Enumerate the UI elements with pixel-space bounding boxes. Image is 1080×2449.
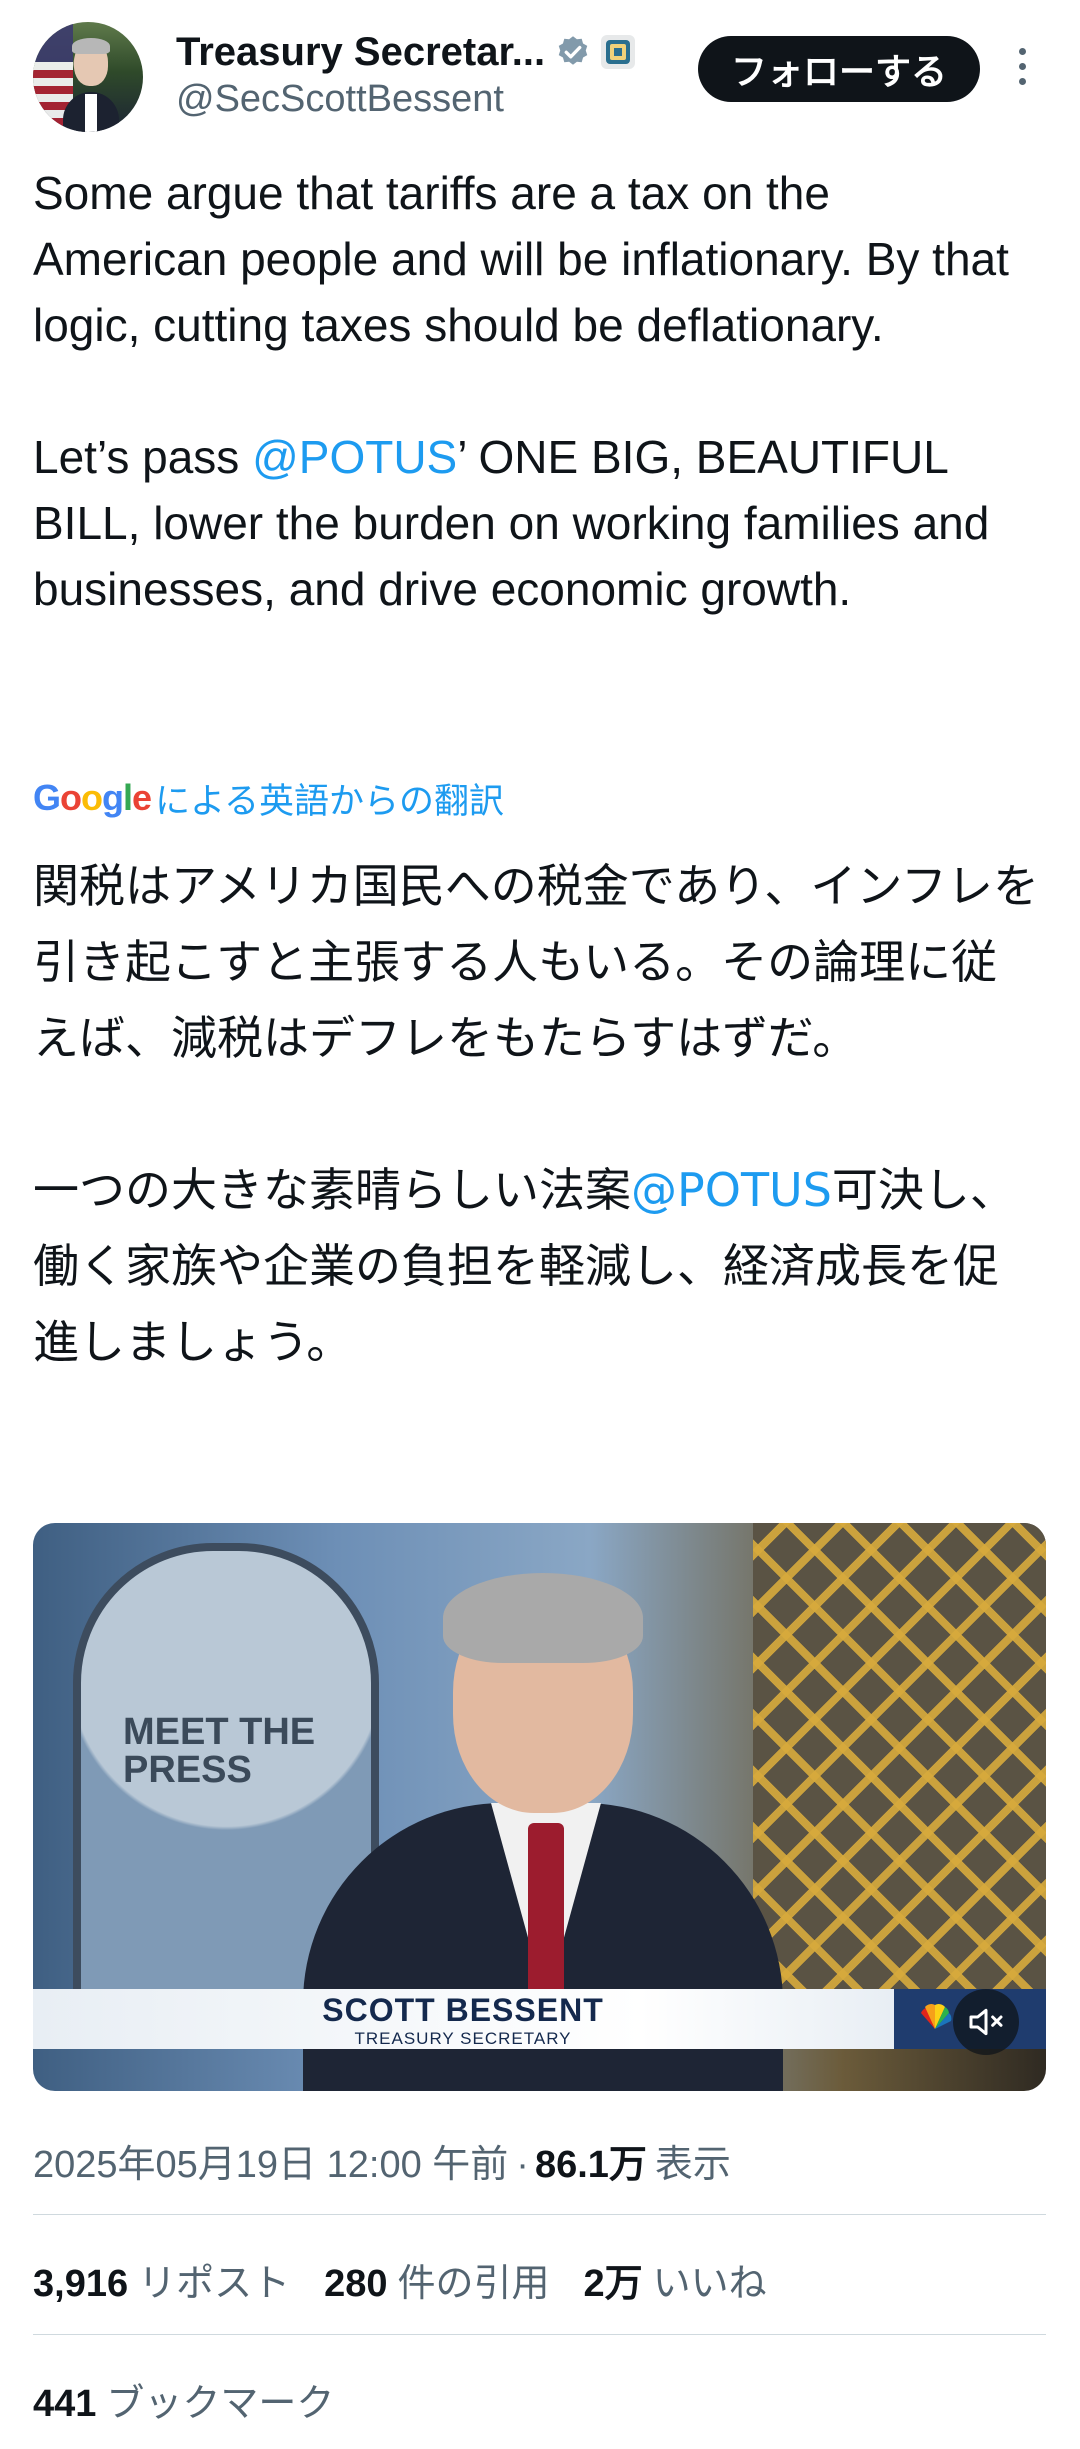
likes-count: 2万 [583,2263,643,2305]
government-affiliation-icon[interactable] [601,35,636,69]
dot [1018,48,1026,55]
name-line: Treasury Secretar... [176,26,636,78]
likes-stat[interactable]: 2万 いいね [584,2252,767,2307]
dot [1018,63,1026,70]
mention-link-potus[interactable]: @POTUS [252,431,457,483]
show-logo: MEET THE PRESS [123,1711,316,1791]
reposts-count: 3,916 [33,2263,129,2305]
avatar-hair [72,38,110,54]
follow-button[interactable]: フォローする [698,36,980,102]
studio-lattice [753,1523,1046,2003]
bookmarks-count: 441 [33,2383,97,2425]
likes-label: いいね [652,2263,767,2305]
views-count: 86.1万 [534,2144,647,2186]
bookmarks-label: ブックマーク [106,2383,335,2425]
tweet-meta: 2025年05月19日 12:00 午前 · 86.1万 表示 [33,2133,731,2188]
tweet-text-original: Some argue that tariffs are a tax on the… [33,160,1033,622]
person-hair [443,1573,643,1663]
quotes-label: 件の引用 [397,2263,550,2305]
divider [33,2214,1046,2215]
divider [33,2334,1046,2335]
meta-separator: · [516,2144,529,2186]
video-player[interactable]: MEET THE PRESS SCOTT BESSENT TREASURY SE… [33,1523,1046,2091]
engagement-stats: 3,916 リポスト 280 件の引用 2万 いいね [33,2252,801,2307]
google-logo-icon: Google [33,777,152,818]
views-label: 表示 [654,2144,731,2186]
nbc-peacock-icon [921,2004,952,2029]
avatar-shirt [85,94,97,132]
tweet-header: Treasury Secretar... @SecScottBessent フォ… [0,0,1080,150]
reposts-stat[interactable]: 3,916 リポスト [33,2252,290,2307]
quotes-stat[interactable]: 280 件の引用 [324,2252,549,2307]
translation-label[interactable]: による英語からの翻訳 [155,773,504,824]
display-name[interactable]: Treasury Secretar... [176,30,545,75]
translation-attribution[interactable]: Google による英語からの翻訳 [33,777,504,821]
timestamp[interactable]: 2025年05月19日 12:00 午前 [33,2133,508,2188]
verified-badge-icon[interactable] [555,34,591,70]
profile-avatar[interactable] [33,22,143,132]
quotes-count: 280 [324,2263,388,2305]
tweet-text-translated: 関税はアメリカ国民への税金であり、インフレを引き起こすと主張する人もいる。その論… [33,848,1043,1380]
dot [1018,78,1026,85]
reposts-label: リポスト [138,2263,291,2305]
mute-toggle-button[interactable] [953,1989,1019,2055]
mention-link-potus-translated[interactable]: @POTUS [631,1163,832,1217]
bookmarks-stat[interactable]: 441 ブックマーク [33,2372,334,2427]
muted-speaker-icon [969,2008,1003,2036]
treasury-seal-icon [606,40,631,64]
lower-third-title: TREASURY SECRETARY [354,2029,572,2048]
lower-third-name: SCOTT BESSENT [322,1992,604,2028]
more-options-icon[interactable] [1010,48,1034,90]
user-handle[interactable]: @SecScottBessent [176,78,504,121]
